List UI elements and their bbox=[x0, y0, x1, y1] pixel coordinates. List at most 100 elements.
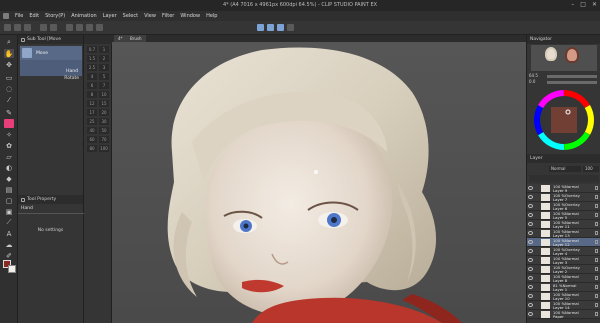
layer-row[interactable]: 100 %Overlay Layer 6 bbox=[527, 202, 600, 211]
navigator-preview[interactable] bbox=[531, 45, 597, 71]
fill-bucket-icon[interactable]: ◆ bbox=[4, 174, 14, 183]
angle-value[interactable]: 0.0 bbox=[529, 79, 535, 84]
snap-special-ruler-icon[interactable] bbox=[267, 24, 274, 31]
eye-icon[interactable] bbox=[528, 186, 533, 190]
eraser-icon[interactable]: ▱ bbox=[4, 152, 14, 161]
color-wheel[interactable] bbox=[534, 90, 594, 150]
brush-size-preset[interactable]: 20 bbox=[99, 109, 109, 116]
layer-row[interactable]: 81 %Normal Layer 1 bbox=[527, 283, 600, 292]
correct-line-icon[interactable]: ✐ bbox=[4, 251, 14, 260]
menu-select[interactable]: Select bbox=[123, 13, 138, 19]
brush-size-preset[interactable]: 80 bbox=[87, 145, 97, 152]
brush-size-preset[interactable]: 30 bbox=[99, 118, 109, 125]
lock-icon[interactable] bbox=[595, 204, 598, 208]
brush-size-preset[interactable]: 5 bbox=[99, 73, 109, 80]
brush-size-preset[interactable]: 50 bbox=[99, 127, 109, 134]
brush-size-preset[interactable]: 60 bbox=[87, 136, 97, 143]
eye-icon[interactable] bbox=[528, 222, 533, 226]
deselect-icon[interactable] bbox=[96, 24, 103, 31]
layer-row[interactable]: 100 %Normal Layer 10 bbox=[527, 292, 600, 301]
menu-file[interactable]: File bbox=[15, 13, 23, 19]
eye-icon[interactable] bbox=[528, 258, 533, 262]
brush-size-preset[interactable]: 2 bbox=[99, 55, 109, 62]
brush-size-preset[interactable]: 4 bbox=[87, 73, 97, 80]
brush-size-preset[interactable]: 3 bbox=[99, 64, 109, 71]
move-icon[interactable]: ✥ bbox=[4, 60, 14, 69]
layer-row[interactable]: 100 %Normal Layer 9 bbox=[527, 184, 600, 193]
layer-row[interactable]: 100 %Normal Layer 8 bbox=[527, 274, 600, 283]
airbrush-icon[interactable]: ✧ bbox=[4, 130, 14, 139]
snap-grid-icon[interactable] bbox=[277, 24, 284, 31]
frame-border-icon[interactable]: ▣ bbox=[4, 207, 14, 216]
angle-slider[interactable] bbox=[547, 81, 597, 84]
lock-icon[interactable] bbox=[595, 186, 598, 190]
balloon-icon[interactable]: ☁ bbox=[4, 240, 14, 249]
eye-icon[interactable] bbox=[528, 312, 533, 316]
decoration-icon[interactable]: ✿ bbox=[4, 141, 14, 150]
lock-icon[interactable] bbox=[595, 240, 598, 244]
sub-tool-label[interactable]: Rotate bbox=[64, 76, 79, 81]
maximize-button[interactable]: □ bbox=[580, 1, 586, 8]
eye-icon[interactable] bbox=[528, 303, 533, 307]
gradient-icon[interactable]: ▤ bbox=[4, 185, 14, 194]
lock-icon[interactable] bbox=[595, 249, 598, 253]
hand-icon[interactable]: ✋ bbox=[4, 49, 14, 58]
undo-icon[interactable] bbox=[40, 24, 47, 31]
menu-edit[interactable]: Edit bbox=[29, 13, 39, 19]
clear-icon[interactable] bbox=[66, 24, 73, 31]
layer-row[interactable]: 100 %Overlay Layer 7 bbox=[527, 193, 600, 202]
minimize-button[interactable]: – bbox=[571, 1, 574, 8]
menu-animation[interactable]: Animation bbox=[71, 13, 97, 19]
lock-icon[interactable] bbox=[595, 276, 598, 280]
brush-size-preset[interactable]: 17 bbox=[87, 109, 97, 116]
menu-layer[interactable]: Layer bbox=[103, 13, 117, 19]
eye-icon[interactable] bbox=[528, 267, 533, 271]
brush-size-preset[interactable]: 0.7 bbox=[87, 46, 97, 53]
brush-size-preset[interactable]: 7 bbox=[99, 82, 109, 89]
open-icon[interactable] bbox=[14, 24, 21, 31]
lock-icon[interactable] bbox=[595, 222, 598, 226]
brush-size-preset[interactable]: 100 bbox=[99, 145, 109, 152]
redo-icon[interactable] bbox=[50, 24, 57, 31]
zoom-icon[interactable]: ⌕ bbox=[4, 38, 14, 47]
figure-icon[interactable]: ▢ bbox=[4, 196, 14, 205]
brush-size-preset[interactable]: 10 bbox=[99, 91, 109, 98]
layer-row[interactable]: 100 %Normal Layer 11 bbox=[527, 220, 600, 229]
layer-row[interactable]: 100 %Normal Layer 13 bbox=[527, 229, 600, 238]
menu-view[interactable]: View bbox=[144, 13, 156, 19]
save-icon[interactable] bbox=[24, 24, 31, 31]
ruler-icon[interactable]: ⟋ bbox=[4, 218, 14, 227]
canvas-tab[interactable]: Brush bbox=[126, 35, 146, 42]
layer-row[interactable]: 100 %Overlay Layer 4 bbox=[527, 247, 600, 256]
brush-size-preset[interactable]: 12 bbox=[87, 100, 97, 107]
layer-row[interactable]: 100 %Normal Layer 3 bbox=[527, 256, 600, 265]
brush-size-preset[interactable]: 2.5 bbox=[87, 64, 97, 71]
brush-size-preset[interactable]: 15 bbox=[99, 100, 109, 107]
brush-size-preset[interactable]: 25 bbox=[87, 118, 97, 125]
eye-icon[interactable] bbox=[528, 213, 533, 217]
canvas-tab[interactable]: 4* bbox=[114, 35, 127, 42]
blend-mode-select[interactable]: Normal bbox=[549, 166, 581, 172]
new-canvas-icon[interactable] bbox=[4, 24, 11, 31]
zoom-slider[interactable] bbox=[547, 75, 597, 78]
snap-ruler-icon[interactable] bbox=[257, 24, 264, 31]
selection-icon[interactable]: ▭ bbox=[4, 73, 14, 82]
lock-icon[interactable] bbox=[595, 231, 598, 235]
fill-icon[interactable] bbox=[76, 24, 83, 31]
lock-icon[interactable] bbox=[595, 303, 598, 307]
layer-row[interactable]: 100 %Overlay Layer 2 bbox=[527, 265, 600, 274]
menu-help[interactable]: Help bbox=[206, 13, 217, 19]
eye-icon[interactable] bbox=[528, 195, 533, 199]
artwork-illustration[interactable] bbox=[112, 42, 526, 323]
sub-color-swatch[interactable] bbox=[8, 265, 16, 273]
close-button[interactable]: ✕ bbox=[592, 1, 597, 8]
lock-icon[interactable] bbox=[595, 267, 598, 271]
brush-icon[interactable] bbox=[4, 119, 14, 128]
menu-story[interactable]: Story(P) bbox=[45, 13, 65, 19]
eye-icon[interactable] bbox=[528, 231, 533, 235]
brush-size-preset[interactable]: 8 bbox=[87, 91, 97, 98]
sub-tool-item[interactable]: Hand bbox=[20, 60, 82, 76]
opacity-field[interactable]: 100 bbox=[583, 166, 599, 172]
layer-row[interactable]: 100 %Normal Paper bbox=[527, 310, 600, 319]
lock-icon[interactable] bbox=[595, 294, 598, 298]
